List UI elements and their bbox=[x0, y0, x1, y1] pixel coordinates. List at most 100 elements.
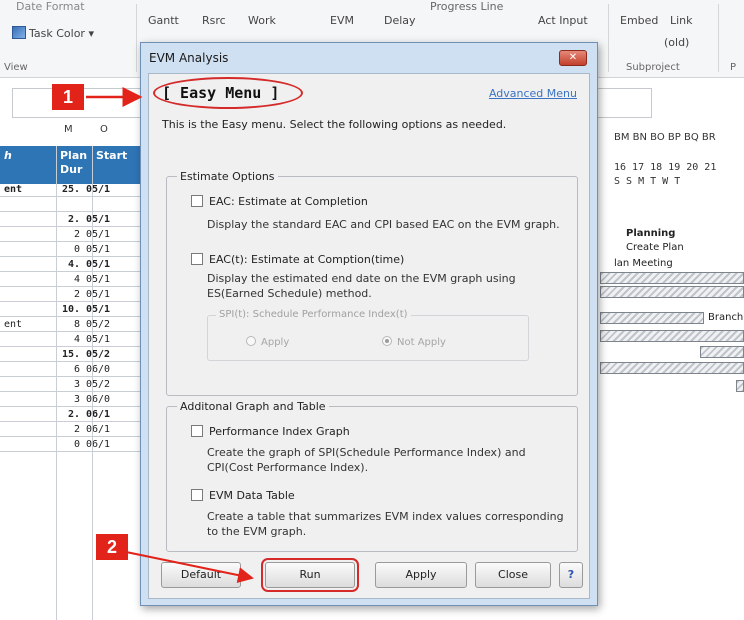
column-header-start-label: Start bbox=[96, 149, 128, 162]
table-cell: 06/0 bbox=[86, 364, 111, 375]
help-button[interactable]: ? bbox=[559, 562, 583, 588]
table-row[interactable]: 3 05/2 bbox=[0, 379, 140, 392]
table-row[interactable]: 4 05/1 bbox=[0, 274, 140, 287]
table-row[interactable]: 2. 06/1 bbox=[0, 409, 140, 422]
performance-index-graph-description: Create the graph of SPI(Schedule Perform… bbox=[207, 446, 526, 474]
column-header-name[interactable]: h bbox=[0, 146, 56, 184]
gantt-branch-label: Branch bbox=[708, 312, 744, 323]
table-row[interactable]: 15. 05/2 bbox=[0, 349, 140, 362]
evm-data-table-description: Create a table that summarizes EVM index… bbox=[207, 510, 564, 538]
gantt-bar[interactable] bbox=[736, 380, 744, 392]
table-cell: ent bbox=[4, 184, 23, 195]
table-row[interactable]: 2 06/1 bbox=[0, 424, 140, 437]
gantt-bar[interactable] bbox=[600, 312, 704, 324]
column-header-plan-dur[interactable]: Plan Dur bbox=[56, 146, 92, 184]
spi-group-title: SPI(t): Schedule Performance Index(t) bbox=[216, 309, 411, 320]
checkbox-box bbox=[191, 425, 203, 437]
gantt-planning-label: Planning bbox=[626, 228, 676, 239]
dialog-body: [ Easy Menu ] Advanced Menu This is the … bbox=[148, 73, 590, 599]
view-group-label: View bbox=[4, 62, 28, 73]
evm-data-table-checkbox[interactable]: EVM Data Table bbox=[191, 489, 295, 502]
table-row[interactable]: ent 25. 05/1 bbox=[0, 184, 140, 197]
table-cell: 2 bbox=[73, 229, 80, 240]
gantt-bar[interactable] bbox=[700, 346, 744, 358]
table-row[interactable]: 2. 05/1 bbox=[0, 214, 140, 227]
table-cell: 10. bbox=[61, 304, 80, 315]
table-cell: 05/2 bbox=[86, 319, 111, 330]
task-color-button[interactable]: Task Color ▾ bbox=[12, 26, 94, 40]
spi-apply-radio[interactable]: Apply bbox=[246, 336, 289, 348]
table-cell: 05/1 bbox=[86, 229, 111, 240]
table-cell: 05/1 bbox=[86, 304, 111, 315]
checkbox-box bbox=[191, 195, 203, 207]
close-button[interactable]: Close bbox=[475, 562, 551, 588]
eact-description: Display the estimated end date on the EV… bbox=[207, 272, 516, 300]
delay-button[interactable]: Delay bbox=[384, 14, 416, 27]
apply-button[interactable]: Apply bbox=[375, 562, 467, 588]
table-row[interactable]: ent 8 05/2 bbox=[0, 319, 140, 332]
spi-not-apply-radio[interactable]: Not Apply bbox=[382, 336, 446, 348]
performance-index-graph-checkbox[interactable]: Performance Index Graph bbox=[191, 425, 350, 438]
evm-data-table-label: EVM Data Table bbox=[209, 489, 295, 502]
advanced-menu-link[interactable]: Advanced Menu bbox=[489, 87, 577, 100]
work-button[interactable]: Work bbox=[248, 14, 276, 27]
table-row[interactable]: 2 05/1 bbox=[0, 229, 140, 242]
table-cell: 3 bbox=[73, 394, 80, 405]
table-cell: 2 bbox=[73, 424, 80, 435]
table-cell: 05/1 bbox=[86, 274, 111, 285]
eact-checkbox[interactable]: EAC(t): Estimate at Comption(time) bbox=[191, 253, 404, 266]
column-header-start[interactable]: Start bbox=[92, 146, 140, 184]
link-button[interactable]: Link bbox=[670, 14, 693, 27]
table-cell: 8 bbox=[73, 319, 80, 330]
table-row[interactable]: 0 06/1 bbox=[0, 439, 140, 452]
dialog-title: EVM Analysis bbox=[149, 51, 229, 65]
performance-index-graph-label: Performance Index Graph bbox=[209, 425, 350, 438]
additional-graph-title: Additonal Graph and Table bbox=[177, 400, 329, 413]
eac-checkbox[interactable]: EAC: Estimate at Completion bbox=[191, 195, 368, 208]
step-2-marker: 2 bbox=[96, 534, 128, 560]
task-color-icon bbox=[12, 26, 26, 39]
intro-text: This is the Easy menu. Select the follow… bbox=[162, 118, 507, 131]
table-cell: 06/0 bbox=[86, 394, 111, 405]
run-button[interactable]: Run bbox=[261, 558, 359, 592]
rsrc-button[interactable]: Rsrc bbox=[202, 14, 226, 27]
table-row[interactable]: 6 06/0 bbox=[0, 364, 140, 377]
gantt-plan-meeting-label: lan Meeting bbox=[614, 258, 673, 269]
table-cell: ent bbox=[4, 319, 23, 330]
table-row[interactable]: 2 05/1 bbox=[0, 289, 140, 302]
date-format-button[interactable]: Date Format bbox=[16, 0, 85, 13]
evm-button[interactable]: EVM bbox=[330, 14, 354, 27]
table-cell: 05/1 bbox=[86, 214, 111, 225]
table-row[interactable]: 4. 05/1 bbox=[0, 259, 140, 272]
additional-graph-group: Additonal Graph and Table Performance In… bbox=[166, 400, 578, 552]
column-header-plan-dur-label: Plan Dur bbox=[60, 149, 88, 176]
gantt-bar[interactable] bbox=[600, 330, 744, 342]
table-row[interactable]: 0 05/1 bbox=[0, 244, 140, 257]
table-row[interactable] bbox=[0, 199, 140, 212]
ribbon-separator bbox=[608, 4, 609, 72]
gantt-days: 16 17 18 19 20 21 bbox=[614, 162, 717, 173]
p-group-label: P bbox=[730, 62, 737, 73]
estimate-options-group: Estimate Options EAC: Estimate at Comple… bbox=[166, 170, 578, 396]
gantt-bar[interactable] bbox=[600, 362, 744, 374]
dialog-close-button[interactable]: ✕ bbox=[559, 50, 587, 66]
table-row[interactable]: 4 05/1 bbox=[0, 334, 140, 347]
close-icon: ✕ bbox=[568, 52, 578, 63]
table-cell: 06/1 bbox=[86, 424, 111, 435]
table-row[interactable]: 10. 05/1 bbox=[0, 304, 140, 317]
default-button[interactable]: Default bbox=[161, 562, 241, 588]
gantt-bar[interactable] bbox=[600, 272, 744, 284]
eac-description: Display the standard EAC and CPI based E… bbox=[207, 218, 560, 231]
eact-label: EAC(t): Estimate at Comption(time) bbox=[209, 253, 405, 266]
embed-button[interactable]: Embed bbox=[620, 14, 658, 27]
gantt-column-letters: BM BN BO BP BQ BR bbox=[614, 132, 716, 143]
table-cell: 06/1 bbox=[86, 409, 111, 420]
grid-divider bbox=[92, 146, 93, 620]
progress-line-checkbox[interactable]: Progress Line bbox=[430, 0, 503, 13]
gantt-button[interactable]: Gantt bbox=[148, 14, 179, 27]
grid-divider bbox=[56, 146, 57, 620]
table-row[interactable]: 3 06/0 bbox=[0, 394, 140, 407]
act-input-button[interactable]: Act Input bbox=[538, 14, 588, 27]
gantt-bar[interactable] bbox=[600, 286, 744, 298]
checkbox-box bbox=[191, 253, 203, 265]
